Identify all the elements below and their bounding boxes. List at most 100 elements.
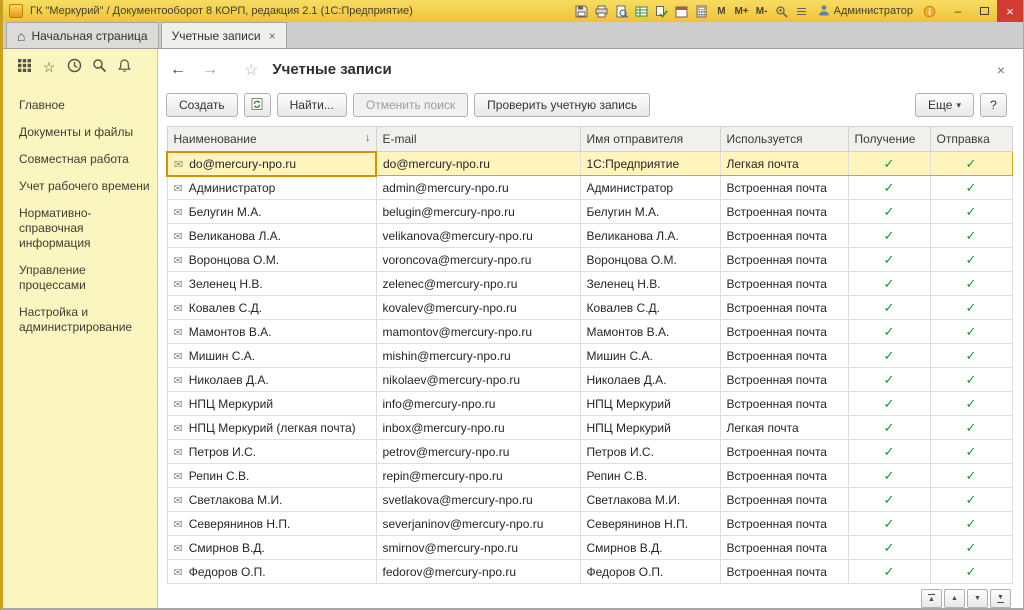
account-used[interactable]: Встроенная почта (720, 200, 848, 224)
sidebar-item-reference-info[interactable]: Нормативно-справочная информация (19, 200, 151, 257)
account-sender[interactable]: Белугин М.А. (580, 200, 720, 224)
account-sender[interactable]: НПЦ Меркурий (580, 416, 720, 440)
account-used[interactable]: Встроенная почта (720, 344, 848, 368)
account-email[interactable]: mamontov@mercury-npo.ru (376, 320, 580, 344)
table-row[interactable]: ✉Мишин С.А. mishin@mercury-npo.ru Мишин … (167, 344, 1012, 368)
tab-close-icon[interactable]: × (269, 29, 276, 43)
sidebar-item-collaboration[interactable]: Совместная работа (19, 146, 151, 173)
scroll-up-button[interactable]: ▲ (944, 589, 965, 608)
table-row[interactable]: ✉Северянинов Н.П. severjaninov@mercury-n… (167, 512, 1012, 536)
account-used[interactable]: Встроенная почта (720, 440, 848, 464)
account-sender[interactable]: Николаев Д.А. (580, 368, 720, 392)
account-sender[interactable]: Северянинов Н.П. (580, 512, 720, 536)
account-sender[interactable]: Федоров О.П. (580, 560, 720, 584)
minimize-button[interactable]: – (945, 0, 971, 22)
column-header-used[interactable]: Используется (720, 127, 848, 152)
close-window-button[interactable]: × (997, 0, 1023, 22)
table-row[interactable]: ✉Зеленец Н.В. zelenec@mercury-npo.ru Зел… (167, 272, 1012, 296)
account-email[interactable]: admin@mercury-npo.ru (376, 176, 580, 200)
compare-button[interactable] (651, 2, 671, 20)
account-email[interactable]: petrov@mercury-npo.ru (376, 440, 580, 464)
account-used[interactable]: Встроенная почта (720, 464, 848, 488)
scroll-bottom-button[interactable]: ▼ (990, 589, 1011, 608)
table-row[interactable]: ✉Федоров О.П. fedorov@mercury-npo.ru Фед… (167, 560, 1012, 584)
table-row[interactable]: ✉Смирнов В.Д. smirnov@mercury-npo.ru Сми… (167, 536, 1012, 560)
account-sender[interactable]: Мишин С.А. (580, 344, 720, 368)
account-email[interactable]: voroncova@mercury-npo.ru (376, 248, 580, 272)
print-preview-button[interactable] (611, 2, 631, 20)
account-email[interactable]: info@mercury-npo.ru (376, 392, 580, 416)
column-header-email[interactable]: E-mail (376, 127, 580, 152)
account-email[interactable]: severjaninov@mercury-npo.ru (376, 512, 580, 536)
account-email[interactable]: kovalev@mercury-npo.ru (376, 296, 580, 320)
column-header-receive[interactable]: Получение (848, 127, 930, 152)
column-header-send[interactable]: Отправка (930, 127, 1012, 152)
history-button[interactable] (66, 59, 82, 75)
current-user[interactable]: Администратор (812, 4, 919, 19)
check-account-button[interactable]: Проверить учетную запись (474, 93, 650, 117)
table-row[interactable]: ✉Воронцова О.М. voroncova@mercury-npo.ru… (167, 248, 1012, 272)
account-sender[interactable]: Зеленец Н.В. (580, 272, 720, 296)
table-row[interactable]: ✉НПЦ Меркурий (легкая почта) inbox@mercu… (167, 416, 1012, 440)
account-sender[interactable]: Ковалев С.Д. (580, 296, 720, 320)
table-row[interactable]: ✉Петров И.С. petrov@mercury-npo.ru Петро… (167, 440, 1012, 464)
menu-grid-button[interactable] (16, 59, 32, 75)
calendar-button[interactable] (671, 2, 691, 20)
account-used[interactable]: Легкая почта (720, 152, 848, 176)
table-row[interactable]: ✉Белугин М.А. belugin@mercury-npo.ru Бел… (167, 200, 1012, 224)
spreadsheet-button[interactable] (631, 2, 651, 20)
table-row[interactable]: ✉Николаев Д.А. nikolaev@mercury-npo.ru Н… (167, 368, 1012, 392)
account-used[interactable]: Встроенная почта (720, 392, 848, 416)
zoom-button[interactable] (772, 2, 792, 20)
tab-home-page[interactable]: ⌂ Начальная страница (6, 22, 159, 48)
table-row[interactable]: ✉НПЦ Меркурий info@mercury-npo.ru НПЦ Ме… (167, 392, 1012, 416)
account-used[interactable]: Встроенная почта (720, 512, 848, 536)
search-button[interactable] (91, 59, 107, 75)
table-row[interactable]: ✉do@mercury-npo.ru do@mercury-npo.ru 1С:… (167, 152, 1012, 176)
account-sender[interactable]: Светлакова М.И. (580, 488, 720, 512)
print-button[interactable] (591, 2, 611, 20)
create-copy-button[interactable] (244, 93, 271, 117)
table-row[interactable]: ✉Репин С.В. repin@mercury-npo.ru Репин С… (167, 464, 1012, 488)
account-sender[interactable]: Администратор (580, 176, 720, 200)
sidebar-item-main[interactable]: Главное (19, 92, 151, 119)
sidebar-item-process-management[interactable]: Управление процессами (19, 257, 151, 299)
account-email[interactable]: inbox@mercury-npo.ru (376, 416, 580, 440)
back-button[interactable]: ← (166, 62, 190, 78)
more-button[interactable]: Еще▾ (915, 93, 974, 117)
account-email[interactable]: belugin@mercury-npo.ru (376, 200, 580, 224)
account-used[interactable]: Встроенная почта (720, 272, 848, 296)
account-used[interactable]: Встроенная почта (720, 488, 848, 512)
column-header-sender[interactable]: Имя отправителя (580, 127, 720, 152)
table-row[interactable]: ✉Светлакова М.И. svetlakova@mercury-npo.… (167, 488, 1012, 512)
column-header-name[interactable]: Наименование↓ (167, 127, 376, 152)
account-email[interactable]: svetlakova@mercury-npo.ru (376, 488, 580, 512)
notifications-button[interactable] (116, 59, 132, 75)
account-used[interactable]: Встроенная почта (720, 368, 848, 392)
scroll-down-button[interactable]: ▼ (967, 589, 988, 608)
table-row[interactable]: ✉Мамонтов В.А. mamontov@mercury-npo.ru М… (167, 320, 1012, 344)
account-email[interactable]: do@mercury-npo.ru (376, 152, 580, 176)
memory-m-plus-button[interactable]: M+ (731, 2, 751, 20)
tab-accounts[interactable]: Учетные записи × (161, 22, 287, 48)
account-sender[interactable]: Смирнов В.Д. (580, 536, 720, 560)
account-used[interactable]: Встроенная почта (720, 560, 848, 584)
info-button[interactable] (919, 2, 939, 20)
sidebar-item-documents-files[interactable]: Документы и файлы (19, 119, 151, 146)
sidebar-item-settings-administration[interactable]: Настройка и администрирование (19, 299, 151, 341)
account-sender[interactable]: Мамонтов В.А. (580, 320, 720, 344)
account-email[interactable]: zelenec@mercury-npo.ru (376, 272, 580, 296)
find-button[interactable]: Найти... (277, 93, 347, 117)
add-favorite-star-icon[interactable]: ☆ (244, 60, 258, 80)
account-email[interactable]: mishin@mercury-npo.ru (376, 344, 580, 368)
account-sender[interactable]: Воронцова О.М. (580, 248, 720, 272)
account-used[interactable]: Встроенная почта (720, 248, 848, 272)
account-used[interactable]: Встроенная почта (720, 296, 848, 320)
create-button[interactable]: Создать (166, 93, 238, 117)
account-used[interactable]: Легкая почта (720, 416, 848, 440)
account-used[interactable]: Встроенная почта (720, 536, 848, 560)
account-sender[interactable]: Великанова Л.А. (580, 224, 720, 248)
account-sender[interactable]: Петров И.С. (580, 440, 720, 464)
table-row[interactable]: ✉Ковалев С.Д. kovalev@mercury-npo.ru Ков… (167, 296, 1012, 320)
account-used[interactable]: Встроенная почта (720, 224, 848, 248)
